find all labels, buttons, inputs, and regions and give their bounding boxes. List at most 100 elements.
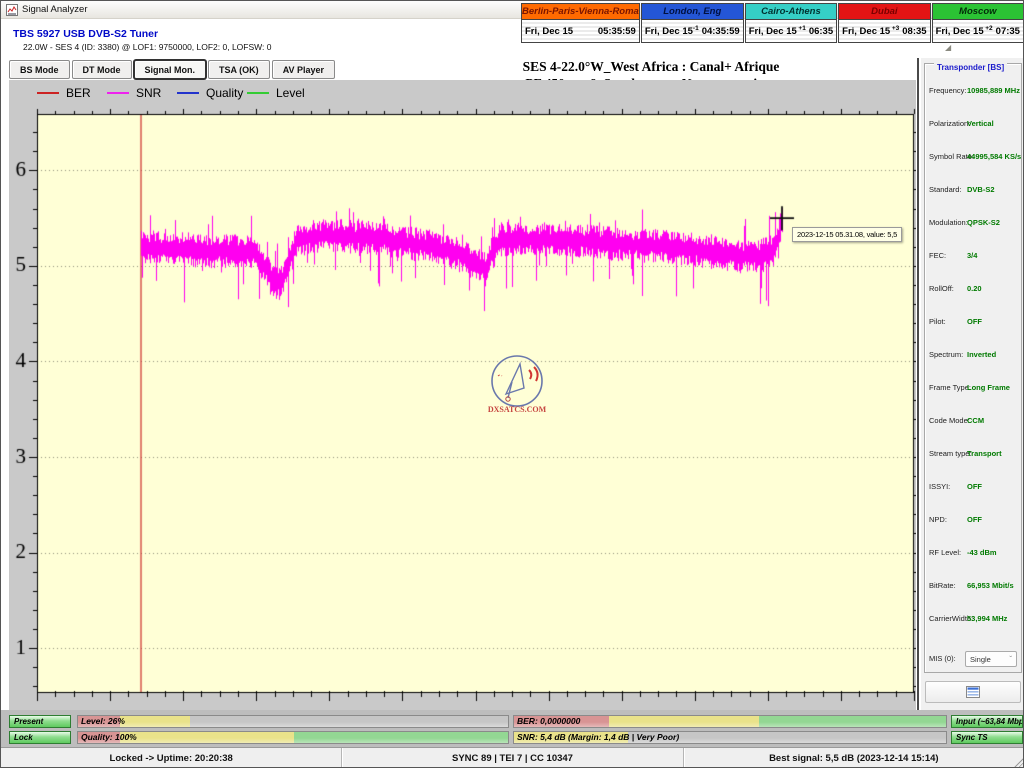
tab-tsa-ok-[interactable]: TSA (OK) [208, 60, 270, 79]
legend-item-ber: BER [37, 86, 107, 100]
clock-time: Fri, Dec 15+1 06:35 [746, 20, 836, 42]
legend-item-quality: Quality [177, 86, 247, 100]
legend-swatch [247, 92, 269, 94]
clock-3: Cairo-Athens Fri, Dec 15+1 06:35 [745, 3, 837, 43]
field-label: RF Level: [929, 548, 961, 557]
clock-2: London, EngFri, Dec 15-104:35:59 [641, 3, 744, 43]
bar-label: Level: 26% [81, 716, 125, 727]
signal-chart-panel [9, 80, 916, 710]
bar-segments [78, 732, 508, 743]
transponder-field-row: RollOff:0.20 [921, 284, 1024, 296]
transponder-title: Transponder [BS] [934, 63, 1007, 72]
transponder-field-row: Frequency:10985,889 MHz [921, 86, 1024, 98]
field-value: Transport [967, 449, 1002, 458]
field-label: Code Mode: [929, 416, 970, 425]
field-value: 53,994 MHz [967, 614, 1007, 623]
transponder-field-row: Spectrum:Inverted [921, 350, 1024, 362]
dxsatcs-watermark-logo: DXSATCS.COM [484, 354, 550, 418]
transponder-field-row: Frame Type:Long Frame [921, 383, 1024, 395]
field-label: Stream type: [929, 449, 972, 458]
clock-hms: 06:35 [809, 26, 833, 37]
level-bar: Level: 26% [77, 715, 509, 728]
transponder-field-row: Pilot:OFF [921, 317, 1024, 329]
clock-city-label: Moscow [933, 4, 1023, 20]
mis-selected-value: Single [970, 655, 991, 664]
field-value: 10985,889 MHz [967, 86, 1020, 95]
signal-analyzer-window: Signal Analyzer TBS 5927 USB DVB-S2 Tune… [0, 0, 1024, 768]
clock-utc-offset: +1 [798, 25, 805, 32]
tab-dt-mode[interactable]: DT Mode [72, 60, 132, 79]
bar-segment [120, 732, 294, 743]
clock-city-label: Cairo-Athens [746, 4, 836, 20]
clock-city-label: Berlin-Paris-Vienna-Roma [522, 4, 639, 20]
clock-date: Fri, Dec 15 [645, 26, 693, 37]
transponder-field-row: RF Level: -43 dBm [921, 548, 1024, 560]
world-clocks: Berlin-Paris-Vienna-RomaFri, Dec 1505:35… [521, 3, 1024, 43]
bar-segment [759, 716, 946, 727]
field-value: 3/4 [967, 251, 977, 260]
app-icon [6, 4, 18, 16]
snr-chart-canvas[interactable] [9, 80, 916, 710]
chart-title-line1: SES 4-22.0°W_West Africa : Canal+ Afriqu… [431, 58, 871, 75]
transponder-field-row: Code Mode:CCM [921, 416, 1024, 428]
field-value: CCM [967, 416, 984, 425]
mode-tabs: BS ModeDT ModeSignal Mon.TSA (OK)AV Play… [9, 60, 335, 79]
field-value: -43 dBm [967, 548, 997, 557]
quality-bar: Quality: 100% [77, 731, 509, 744]
clock-city-label: Dubai [839, 4, 929, 20]
clock-date: Fri, Dec 15 [749, 26, 799, 37]
clock-time: Fri, Dec 15+308:35 [839, 20, 929, 42]
tab-av-player[interactable]: AV Player [272, 60, 335, 79]
field-label: NPD: [929, 515, 947, 524]
field-value: Vertical [967, 119, 994, 128]
field-value: QPSK-S2 [967, 218, 1000, 227]
field-label: RollOff: [929, 284, 954, 293]
field-label: Standard: [929, 185, 962, 194]
field-label: FEC: [929, 251, 946, 260]
bar-segment [294, 732, 508, 743]
transponder-field-row: CarrierWidth:53,994 MHz [921, 614, 1024, 626]
signal-status-strip: Present Level: 26% BER: 0,0000000 Input (~6… [1, 710, 1024, 747]
log-list-button[interactable] [925, 681, 1021, 703]
field-label: ISSYI: [929, 482, 950, 491]
bar-segment [120, 716, 190, 727]
vertical-separator [917, 58, 919, 710]
transponder-field-row: BitRate:66,953 Mbit/s [921, 581, 1024, 593]
tab-signal-mon-[interactable]: Signal Mon. [134, 60, 207, 79]
field-value: DVB-S2 [967, 185, 995, 194]
clock-hms: 08:35 [902, 26, 926, 37]
window-title: Signal Analyzer [22, 4, 87, 15]
transponder-field-row: Modulation:QPSK-S2 [921, 218, 1024, 230]
field-value: 66,953 Mbit/s [967, 581, 1014, 590]
input-rate-badge: Input (~63,84 Mbps) [951, 715, 1023, 728]
cursor-tooltip: 2023-12-15 05.31.08, value: 5,5 [792, 227, 902, 242]
bar-label: BER: 0,0000000 [517, 716, 580, 727]
statusbar-section-3: Best signal: 5,5 dB (2023-12-14 15:14) [684, 748, 1024, 768]
bar-label: SNR: 5,4 dB (Margin: 1,4 dB | Very Poor) [517, 732, 679, 743]
clock-time: Fri, Dec 15-104:35:59 [642, 20, 743, 42]
clock-5: MoscowFri, Dec 15+207:35 [932, 3, 1024, 43]
legend-swatch [107, 92, 129, 94]
clock-utc-offset: +2 [985, 25, 992, 32]
field-value: Long Frame [967, 383, 1010, 392]
transponder-field-row: Stream type:Transport [921, 449, 1024, 461]
tuner-details: 22.0W - SES 4 (ID: 3380) @ LOF1: 9750000… [23, 42, 271, 52]
ber-bar: BER: 0,0000000 [513, 715, 947, 728]
log-list-icon [966, 686, 980, 698]
field-value: OFF [967, 317, 982, 326]
transponder-field-row: Symbol Rate:44995,584 KS/s [921, 152, 1024, 164]
mis-label: MIS (0): [929, 654, 956, 663]
mis-select[interactable]: Single ˇ [965, 651, 1017, 667]
clock-hms: 07:35 [996, 26, 1020, 37]
chevron-down-icon: ˇ [1009, 655, 1012, 664]
transponder-field-row: NPD:OFF [921, 515, 1024, 527]
clock-date: Fri, Dec 15 [842, 26, 892, 37]
field-label: Frequency: [929, 86, 967, 95]
field-label: Modulation: [929, 218, 968, 227]
field-label: Frame Type: [929, 383, 971, 392]
statusbar-section-1: Locked -> Uptime: 20:20:38 [1, 748, 342, 768]
present-badge: Present [9, 715, 71, 728]
tab-bs-mode[interactable]: BS Mode [9, 60, 70, 79]
clock-utc-offset: -1 [693, 25, 699, 32]
field-value: OFF [967, 482, 982, 491]
